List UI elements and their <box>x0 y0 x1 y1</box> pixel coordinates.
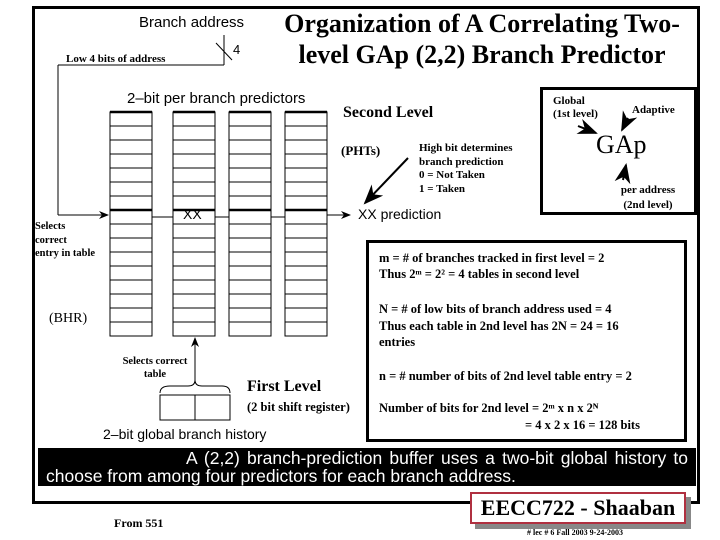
caption-banner: A (2,2) branch-prediction buffer uses a … <box>38 448 696 486</box>
global-label-line: (1st level) <box>553 108 598 120</box>
high-bit-note-line: High bit determines <box>419 142 513 154</box>
prediction-output-label: XX prediction <box>358 206 442 222</box>
source-note: From 551 <box>114 516 164 530</box>
selects-table-note-line: Selects correct <box>122 356 188 367</box>
course-badge: EECC722 - Shaaban <box>470 492 686 524</box>
bhr-label: (BHR) <box>49 311 88 326</box>
adaptive-label: Adaptive <box>632 104 675 116</box>
bus-width-label: 4 <box>233 42 241 57</box>
history-brace <box>159 379 231 394</box>
selects-entry-note-line: Selects <box>35 221 66 232</box>
high-bit-pointer-arrow <box>363 157 409 205</box>
second-level-label: Second Level <box>343 104 434 121</box>
per-address-label-line: per address <box>620 184 676 196</box>
global-label-line: Global <box>553 95 585 107</box>
upper-n-entries-line: Thus each table in 2nd level has 2N = 24… <box>379 318 619 333</box>
pht-tables <box>109 110 328 337</box>
upper-n-entries-word: entries <box>379 335 416 349</box>
high-bit-note-line: 0 = Not Taken <box>419 169 485 181</box>
phts-label: (PHTs) <box>341 143 381 158</box>
m-definition-line: m = # of branches tracked in first level… <box>379 251 605 265</box>
selects-entry-note: Selects correct entry in table <box>35 220 95 261</box>
lower-n-definition: n = # number of bits of 2nd level table … <box>379 369 632 383</box>
pht-table <box>284 110 328 337</box>
selects-table-note: Selects correct table <box>115 355 195 381</box>
global-history-label: 2–bit global branch history <box>103 426 267 442</box>
selects-entry-note-line: correct <box>35 234 67 246</box>
upper-n-definition: N = # of low bits of branch address used… <box>379 301 619 351</box>
low-bits-label: Low 4 bits of address <box>66 53 166 65</box>
shift-register-label: (2 bit shift register) <box>247 400 350 414</box>
pht-table <box>228 110 272 337</box>
selected-entry-value: XX <box>183 206 202 222</box>
m-tables-line: Thus 2ᵐ = 2² = 4 tables in second level <box>379 267 580 281</box>
branch-address-label: Branch address <box>139 14 245 31</box>
pht-header: 2–bit per branch predictors <box>127 90 306 107</box>
bits-result: = 4 x 2 x 16 = 128 bits <box>525 418 640 432</box>
pht-table <box>109 110 153 337</box>
upper-n-definition-line: N = # of low bits of branch address used… <box>379 302 612 316</box>
bits-formula: Number of bits for 2nd level = 2ᵐ x n x … <box>379 401 599 415</box>
caption-line2: choose from among four predictors for ea… <box>46 466 516 486</box>
per-address-label-line: (2nd level) <box>623 199 673 211</box>
m-definition: m = # of branches tracked in first level… <box>379 250 604 282</box>
caption-line1: A (2,2) branch-prediction buffer uses a … <box>186 448 688 468</box>
first-level-label: First Level <box>247 378 322 395</box>
gap-acronym: GAp <box>596 130 647 159</box>
pht-table <box>172 110 216 337</box>
high-bit-note-line: 1 = Taken <box>419 182 466 195</box>
selects-table-note-line: table <box>143 369 167 380</box>
high-bit-note-line: branch prediction <box>419 155 504 168</box>
high-bit-note: High bit determines branch prediction 0 … <box>419 142 513 196</box>
global-label: Global (1st level) <box>553 95 598 121</box>
selects-entry-note-line: entry in table <box>35 248 96 259</box>
lecture-meta: # lec # 6 Fall 2003 9-24-2003 <box>527 528 623 537</box>
per-address-label: per address (2nd level) <box>618 183 678 213</box>
